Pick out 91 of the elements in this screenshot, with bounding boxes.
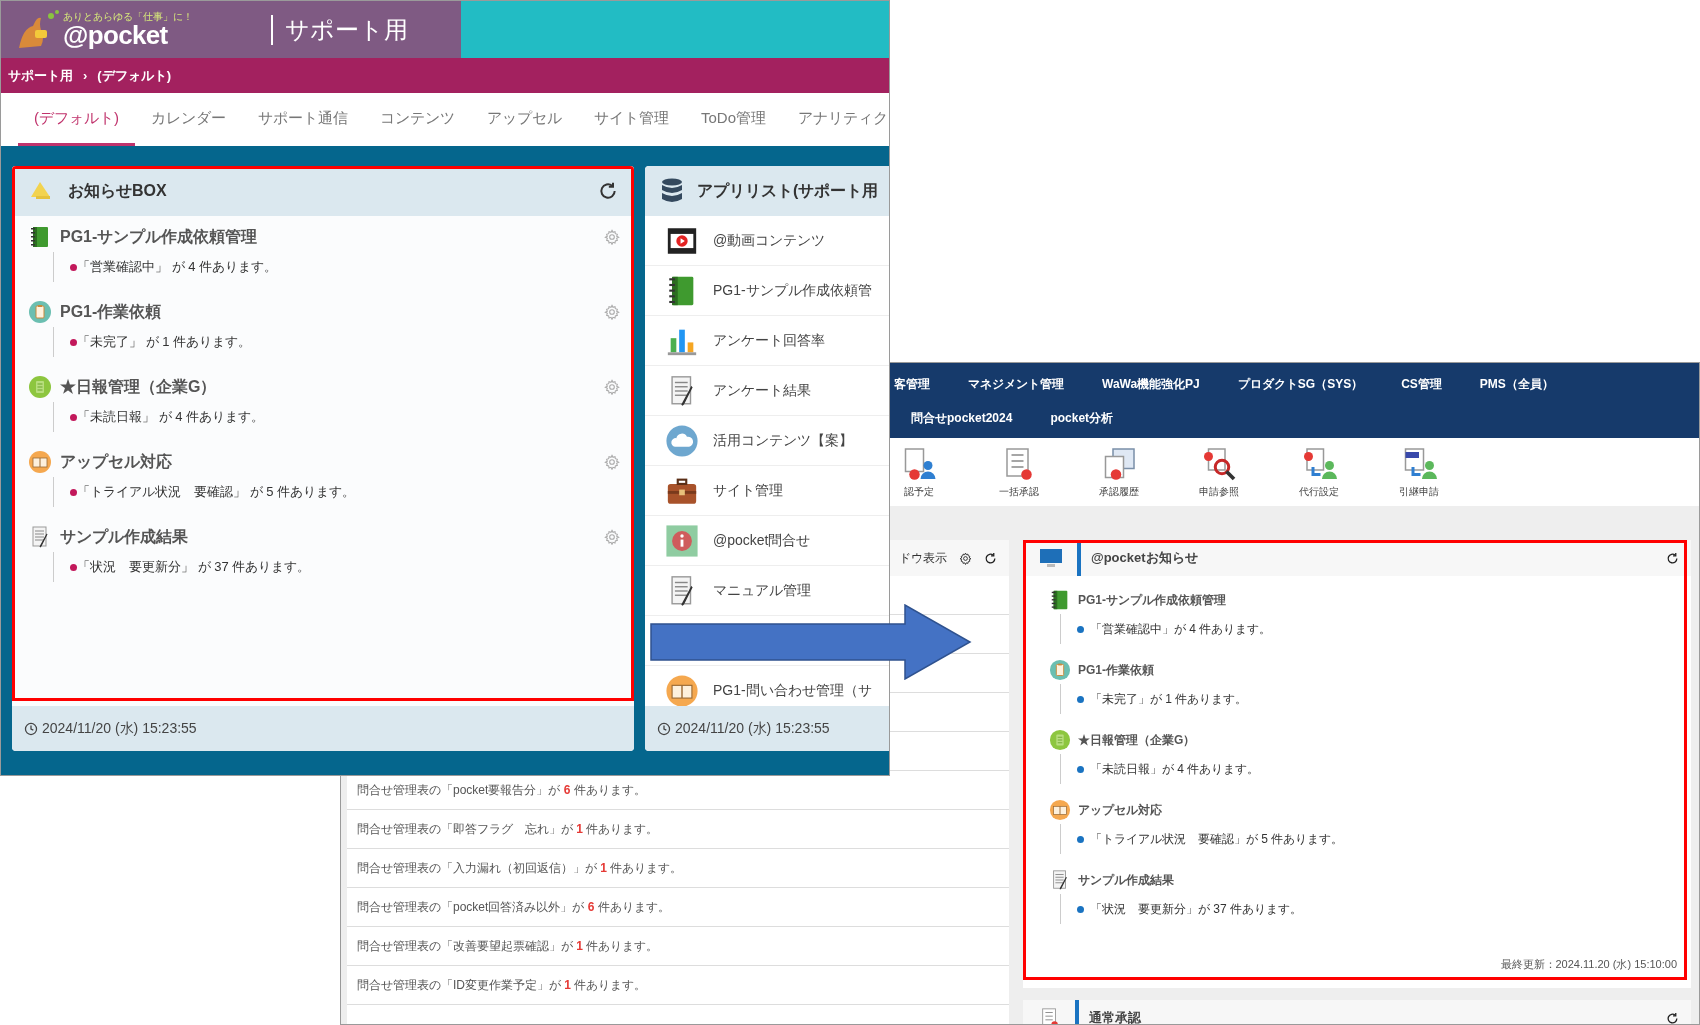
updated-timestamp: 2024/11/20 (水) 15:23:55: [42, 719, 197, 738]
book-icon: [28, 450, 52, 474]
breadcrumb-link[interactable]: (デフォルト): [97, 65, 171, 86]
tab[interactable]: サポート通信: [242, 93, 364, 146]
notice-message: 「未読日報」が 4 件あります。: [1090, 761, 1260, 778]
cloud-icon: [665, 423, 699, 458]
toolbar-button[interactable]: 申請参照: [1194, 438, 1244, 506]
notice-title[interactable]: アップセル対応: [60, 450, 172, 474]
clipboard-icon: [1049, 659, 1071, 681]
nav-link[interactable]: プロダクトSG（SYS）: [1237, 374, 1364, 393]
refresh-icon[interactable]: [984, 551, 997, 565]
refresh-icon[interactable]: [1666, 551, 1679, 565]
app-link[interactable]: @動画コンテンツ: [713, 230, 826, 251]
document-icon: [28, 375, 52, 399]
list-message: 問合せ管理表の「入力漏れ（初回返信）」が 1 件あります。: [357, 860, 683, 877]
clock-icon: [657, 721, 671, 736]
info-icon: [665, 523, 699, 558]
book-icon: [665, 673, 699, 706]
list-message: 問合せ管理表の「pocket要報告分」が 6 件あります。: [357, 782, 646, 799]
notice-message: 「状況 要更新分」が 37 件あります。: [1090, 901, 1302, 918]
notice-message: 「未完了」が 1 件あります。: [1090, 691, 1248, 708]
tab[interactable]: ToDo管理: [685, 93, 783, 146]
toolbar-button[interactable]: 引継申請: [1394, 438, 1444, 506]
notice-message: 「トライアル状況 要確認」 が 5 件あります。: [77, 483, 356, 502]
list-message: 問合せ管理表の「pocket回答済み以外」が 6 件あります。: [357, 899, 670, 916]
refresh-icon[interactable]: [1666, 1011, 1679, 1024]
delegate-icon: [1301, 445, 1337, 482]
tab[interactable]: カレンダー: [135, 93, 242, 146]
notice-title[interactable]: サンプル作成結果: [1078, 871, 1174, 889]
nav-link[interactable]: 客管理: [894, 374, 930, 393]
notice-message: 「トライアル状況 要確認」が 5 件あります。: [1090, 831, 1344, 848]
toolbar-button[interactable]: 代行設定: [1294, 438, 1344, 506]
database-icon: [661, 178, 683, 204]
search-icon: [1201, 445, 1237, 482]
breadcrumb-link[interactable]: サポート用: [8, 65, 73, 86]
list-message: 問合せ管理表の「即答フラグ 忘れ」が 1 件あります。: [357, 821, 659, 838]
nav-link[interactable]: WaWa機能強化PJ: [1102, 374, 1200, 393]
logo-wordmark: @pocket: [63, 21, 169, 48]
notice-title[interactable]: ★日報管理（企業G）: [60, 375, 217, 399]
toolbar-button[interactable]: 一括承認: [994, 438, 1044, 506]
list-message: 問合せ管理表の「改善要望起票確認」が 1 件あります。: [357, 938, 659, 955]
monitor-icon: [1039, 548, 1063, 568]
app-link[interactable]: サイト管理: [713, 480, 783, 501]
settings-icon[interactable]: [959, 551, 972, 565]
notice-message: 「営業確認中」が 4 件あります。: [1090, 621, 1272, 638]
tab[interactable]: (デフォルト): [18, 93, 135, 146]
app-link[interactable]: マニュアル管理: [713, 580, 811, 601]
panel-title: @pocketお知らせ: [1091, 549, 1198, 568]
list-message: 問合せ管理表の「ID変更作業予定」が 1 件あります。: [357, 977, 647, 994]
site-title: サポート用: [285, 14, 408, 45]
notice-message: 「未読日報」 が 4 件あります。: [77, 408, 265, 427]
clock-icon: [24, 721, 38, 736]
panel-title: ドウ表示: [899, 550, 947, 567]
app-link[interactable]: PG1-サンプル作成依頼管: [713, 280, 872, 301]
app-link[interactable]: アンケート回答率: [713, 330, 825, 351]
notice-title[interactable]: PG1-作業依頼: [60, 300, 162, 324]
tab[interactable]: コンテンツ: [364, 93, 471, 146]
tab[interactable]: サイト管理: [578, 93, 685, 146]
book-icon: [1049, 799, 1071, 821]
updated-timestamp: 2024/11/20 (水) 15:23:55: [675, 719, 830, 738]
logo-tagline: ありとあらゆる「仕事」に！: [63, 11, 193, 22]
last-updated: 最終更新：2024.11.20 (水) 15:10:00: [1500, 956, 1677, 972]
app-link[interactable]: 活用コンテンツ【案】: [713, 430, 853, 451]
app-link[interactable]: PG1-問い合わせ管理（サ: [713, 680, 872, 701]
breadcrumb-separator: ›: [83, 66, 88, 85]
panel-title: 通常承認: [1089, 1009, 1141, 1024]
nav-link[interactable]: 問合せpocket2024: [911, 408, 1013, 427]
clipboard-icon: [28, 300, 52, 324]
nav-link[interactable]: PMS（全員）: [1479, 374, 1554, 393]
nav-link[interactable]: CS管理: [1401, 374, 1442, 393]
toolbar-button[interactable]: 承認履歴: [1094, 438, 1144, 506]
notice-message: 「状況 要更新分」 が 37 件あります。: [77, 558, 311, 577]
notice-title[interactable]: PG1-作業依頼: [1078, 661, 1154, 679]
notice-title[interactable]: PG1-サンプル作成依頼管理: [1078, 591, 1226, 609]
tab[interactable]: アナリティク: [782, 93, 889, 146]
notice-title[interactable]: サンプル作成結果: [60, 525, 188, 549]
notice-title[interactable]: PG1-サンプル作成依頼管理: [60, 225, 258, 249]
tab[interactable]: アップセル: [471, 93, 578, 146]
refresh-icon[interactable]: [598, 181, 618, 201]
document-icon: [1049, 729, 1071, 751]
notice-message: 「未完了」 が 1 件あります。: [77, 333, 252, 352]
notice-message: 「営業確認中」 が 4 件あります。: [77, 258, 278, 277]
panel-title: お知らせBOX: [68, 181, 167, 201]
panel-title: アプリリスト(サポート用: [697, 181, 879, 201]
notice-title[interactable]: ★日報管理（企業G）: [1078, 731, 1196, 749]
app-link[interactable]: アンケート結果: [713, 380, 811, 401]
app-link[interactable]: @pocket問合せ: [713, 530, 811, 551]
nav-link[interactable]: pocket分析: [1050, 408, 1114, 427]
notice-title[interactable]: アップセル対応: [1078, 801, 1162, 819]
toolbar-button[interactable]: 認予定: [894, 438, 944, 506]
nav-link[interactable]: マネジメント管理: [968, 374, 1064, 393]
